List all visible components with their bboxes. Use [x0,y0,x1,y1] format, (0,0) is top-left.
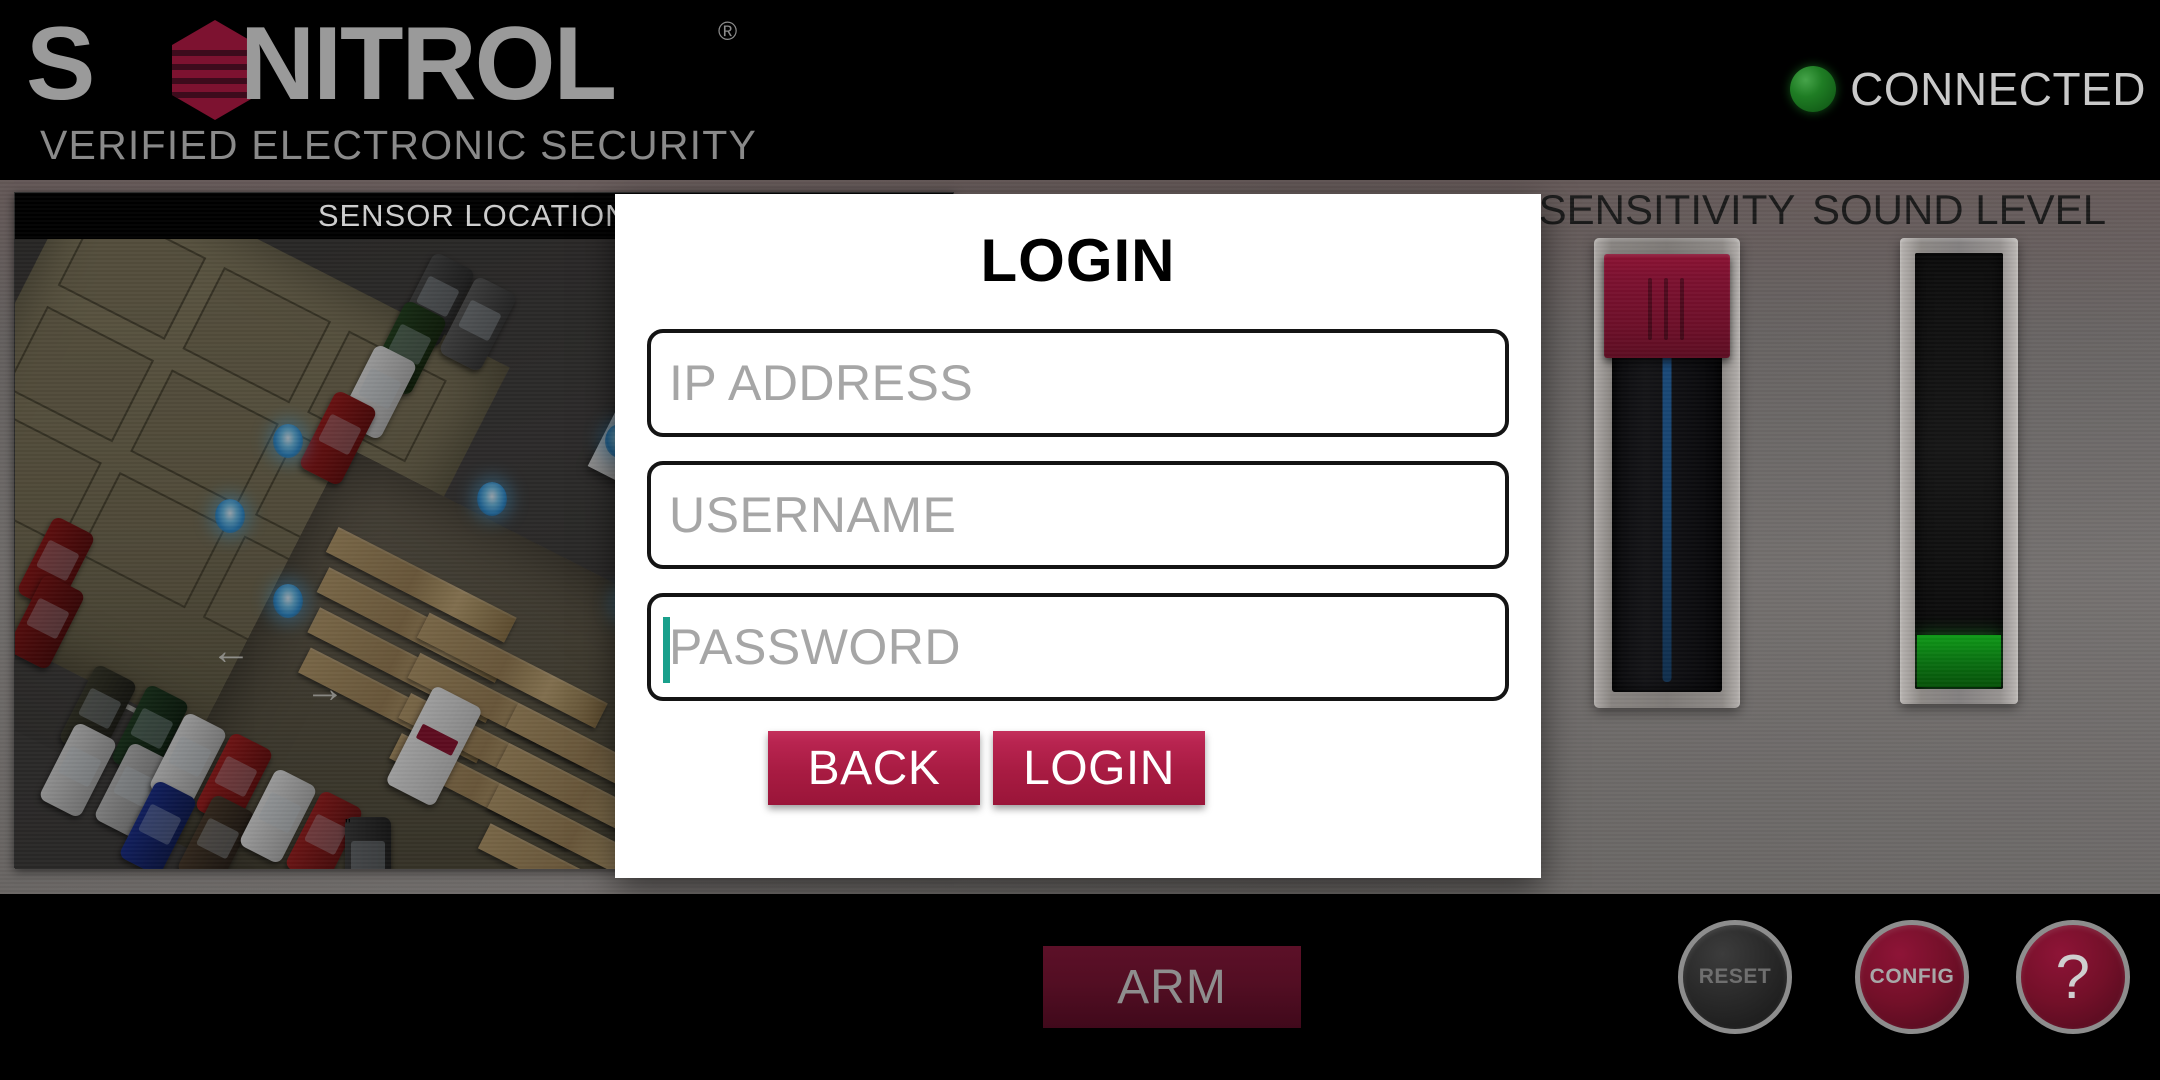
config-button[interactable]: CONFIG [1855,920,1969,1034]
map-direction-arrow-right: → [305,667,345,711]
login-dialog-title: LOGIN [980,227,1176,294]
login-dialog: LOGIN IP ADDRESS USERNAME PASSWORD BACK … [615,194,1541,878]
ip-address-placeholder: IP ADDRESS [669,355,974,411]
username-field[interactable]: USERNAME [647,461,1509,569]
sensor-marker[interactable] [273,584,303,618]
sound-level-control: SOUND LEVEL [1812,186,2106,704]
registered-trademark-icon: ® [718,16,738,46]
sensor-marker[interactable] [477,482,507,516]
sound-level-meter-frame [1900,238,2018,704]
sensor-map-title: SENSOR LOCATIONS [317,198,651,233]
reset-button[interactable]: RESET [1678,920,1792,1034]
status-led-icon [1790,66,1837,112]
sensitivity-slider-frame[interactable] [1594,238,1740,708]
sound-level-meter-slot [1915,253,2003,689]
logo-wordmark: S NITROL [18,6,758,122]
ip-address-field[interactable]: IP ADDRESS [647,329,1509,437]
logo-tagline: VERIFIED ELECTRONIC SECURITY [40,122,758,168]
password-field[interactable]: PASSWORD [647,593,1509,701]
sonitrol-logo: S NITROL ® VERIFIED ELECTRONIC SECURITY [18,6,758,174]
help-button[interactable]: ? [2016,920,2130,1034]
question-mark-icon: ? [2055,942,2091,1012]
sound-level-label: SOUND LEVEL [1811,186,2107,233]
username-placeholder: USERNAME [669,487,957,543]
reset-button-label: RESET [1698,965,1772,988]
login-submit-button[interactable]: LOGIN [993,731,1205,805]
sensor-marker[interactable] [215,499,245,533]
map-vehicle: " [345,817,391,869]
sensor-marker[interactable] [273,424,303,458]
connection-status: CONNECTED [1790,58,2146,120]
map-direction-arrow-left: ← [211,629,251,673]
sound-level-meter-fill [1917,635,2001,687]
connection-status-label: CONNECTED [1850,63,2146,115]
password-placeholder: PASSWORD [669,619,961,675]
back-button[interactable]: BACK [768,731,980,805]
arm-button[interactable]: ARM [1043,946,1301,1028]
bottom-toolbar: ARM RESET CONFIG ? [0,894,2160,1080]
sensitivity-slider-thumb[interactable] [1604,254,1730,358]
logo-letter-s: S [26,6,95,122]
sensitivity-control[interactable]: SENSITIVITY [1539,186,1795,708]
config-button-label: CONFIG [1869,965,1955,988]
app-header: S NITROL ® VERIFIED ELECTRONIC SECURITY … [0,0,2160,180]
logo-letters-nitrol: NITROL [240,6,617,122]
text-cursor-icon [663,617,670,683]
sensitivity-label: SENSITIVITY [1538,186,1796,233]
